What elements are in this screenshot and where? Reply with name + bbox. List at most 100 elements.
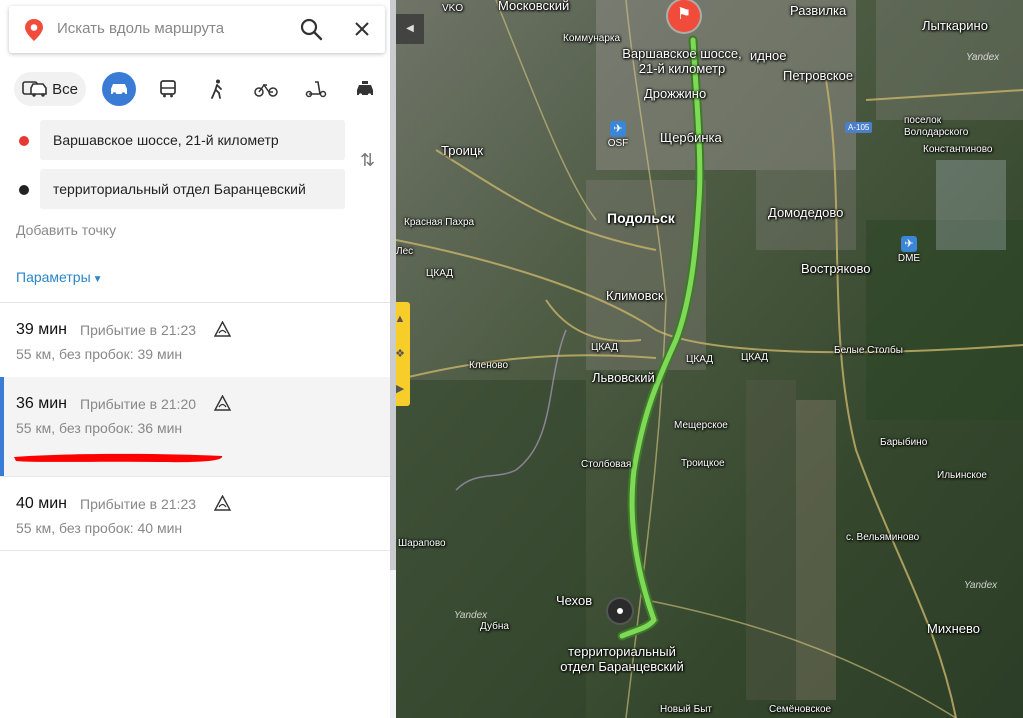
end-label-line: отдел Баранцевский: [560, 659, 684, 674]
map-side-tab[interactable]: ▲ ❖ ▶: [396, 302, 410, 406]
airport-icon[interactable]: ✈: [610, 121, 626, 137]
parameters-dropdown[interactable]: Параметры ▼: [16, 269, 103, 285]
airport-label: DME: [897, 253, 921, 264]
search-icon[interactable]: [299, 17, 323, 41]
end-point-dot-icon: [19, 185, 29, 195]
place-label: Новый Быт: [660, 704, 712, 715]
airport-label: OSF: [607, 138, 629, 149]
place-label: VKO: [442, 3, 464, 14]
place-label: Семёновское: [769, 704, 832, 715]
place-label: Петровское: [783, 68, 854, 83]
road-warning-icon: [214, 321, 231, 337]
place-label: Красная Пахра: [404, 217, 475, 228]
route-option[interactable]: 40 мин Прибытие в 21:23 55 км, без пробо…: [0, 477, 390, 551]
place-label: Дубна: [480, 621, 509, 632]
place-label: поселок Володарского: [904, 115, 969, 138]
road-label: A-105: [845, 122, 873, 133]
mode-scooter-button[interactable]: [299, 72, 333, 106]
end-label-line: территориальный: [568, 644, 676, 659]
place-label: Столбовая: [581, 459, 632, 470]
place-label: Подольск: [607, 210, 675, 226]
airport-icon[interactable]: ✈: [901, 236, 917, 252]
mode-all-label: Все: [52, 80, 78, 98]
side-tab-icon: ❖: [396, 348, 405, 360]
route-arrival: Прибытие в 21:23: [80, 322, 197, 338]
end-pin-icon[interactable]: [606, 597, 634, 625]
mode-bike-button[interactable]: [249, 72, 283, 106]
road-warning-icon: [214, 395, 231, 411]
place-label: Ильинское: [937, 470, 987, 481]
place-label: Климовск: [606, 288, 664, 303]
transport-mode-bar: Все: [14, 72, 380, 108]
taxi-icon: [357, 81, 373, 97]
mode-all-button[interactable]: Все: [14, 72, 86, 106]
to-point-field[interactable]: территориальный отдел Баранцевский: [40, 169, 345, 209]
place-label: Константиново: [923, 144, 993, 155]
close-icon[interactable]: [351, 17, 373, 41]
road-label: ЦКАД: [591, 342, 618, 353]
collapse-panel-button[interactable]: ◀: [396, 14, 424, 44]
place-label: идное: [750, 48, 787, 63]
place-label: Михнево: [927, 621, 980, 636]
map-view[interactable]: Московский VKO Коммунарка Развилка Лытка…: [396, 0, 1023, 718]
place-label: Шарапово: [398, 538, 446, 549]
place-label: Московский: [498, 0, 570, 13]
swap-points-icon[interactable]: ⇅: [360, 150, 375, 171]
red-annotation-mark: [14, 453, 223, 463]
route-panel: Искать вдоль маршрута Все Варшавское шос…: [0, 0, 396, 718]
place-label: Развилка: [790, 3, 847, 18]
route-arrival: Прибытие в 21:23: [80, 496, 197, 512]
yandex-watermark: Yandex: [964, 580, 998, 591]
mode-bus-button[interactable]: [151, 72, 185, 106]
walk-icon: [211, 79, 222, 99]
place-label: с. Вельяминово: [846, 532, 920, 543]
panel-scrollbar[interactable]: [390, 0, 396, 570]
place-label: Белые Столбы: [834, 345, 903, 356]
route-time: 39 мин: [16, 321, 68, 338]
place-label: Мещерское: [674, 420, 728, 431]
place-label: Востряково: [801, 261, 871, 276]
mode-car-button[interactable]: [102, 72, 136, 106]
place-label: Кленово: [469, 360, 509, 371]
place-label: Чехов: [556, 593, 593, 608]
place-label: Троицкое: [681, 458, 725, 469]
route-details: 55 км, без пробок: 36 мин: [16, 420, 183, 436]
yandex-watermark: Yandex: [966, 52, 1000, 63]
place-label: Коммунарка: [563, 33, 621, 44]
add-point-link[interactable]: Добавить точку: [16, 222, 116, 238]
place-label: Лес: [396, 246, 414, 257]
start-pin-icon[interactable]: ⚑: [668, 0, 700, 32]
road-warning-icon: [214, 495, 231, 511]
route-panel-content: Искать вдоль маршрута Все Варшавское шос…: [0, 0, 390, 718]
place-label: Львовский: [592, 370, 655, 385]
location-pin-icon: [25, 19, 43, 41]
route-time: 36 мин: [16, 395, 68, 412]
route-time: 40 мин: [16, 495, 68, 512]
from-point-field[interactable]: Варшавское шоссе, 21-й километр: [40, 120, 345, 160]
route-details: 55 км, без пробок: 39 мин: [16, 346, 183, 362]
mode-walk-button[interactable]: [200, 72, 234, 106]
start-label-line: Варшавское шоссе,: [622, 46, 742, 61]
start-point-label: Варшавское шоссе, 21-й километр: [622, 46, 741, 76]
search-box[interactable]: Искать вдоль маршрута: [9, 6, 385, 53]
mode-taxi-button[interactable]: [348, 72, 382, 106]
search-input[interactable]: Искать вдоль маршрута: [57, 20, 224, 37]
start-point-dot-icon: [19, 136, 29, 146]
car-icon: [111, 84, 127, 96]
end-point-label: территориальный отдел Баранцевский: [560, 644, 683, 674]
road-label: ЦКАД: [426, 268, 453, 279]
side-tab-icon: ▶: [396, 383, 405, 395]
start-label-line: 21-й километр: [638, 61, 726, 76]
bus-icon: [160, 80, 176, 98]
place-label: Щербинка: [660, 130, 722, 145]
chevron-down-icon: ▼: [92, 274, 103, 285]
scooter-icon: [305, 81, 327, 98]
place-label: Барыбино: [880, 437, 928, 448]
road-label: ЦКАД: [741, 352, 768, 363]
road-label: ЦКАД: [686, 354, 713, 365]
side-tab-icon: ▲: [396, 313, 406, 325]
route-details: 55 км, без пробок: 40 мин: [16, 520, 183, 536]
place-label: Троицк: [441, 143, 484, 158]
place-label: Домодедово: [768, 205, 844, 220]
yandex-watermark: Yandex: [454, 610, 488, 621]
